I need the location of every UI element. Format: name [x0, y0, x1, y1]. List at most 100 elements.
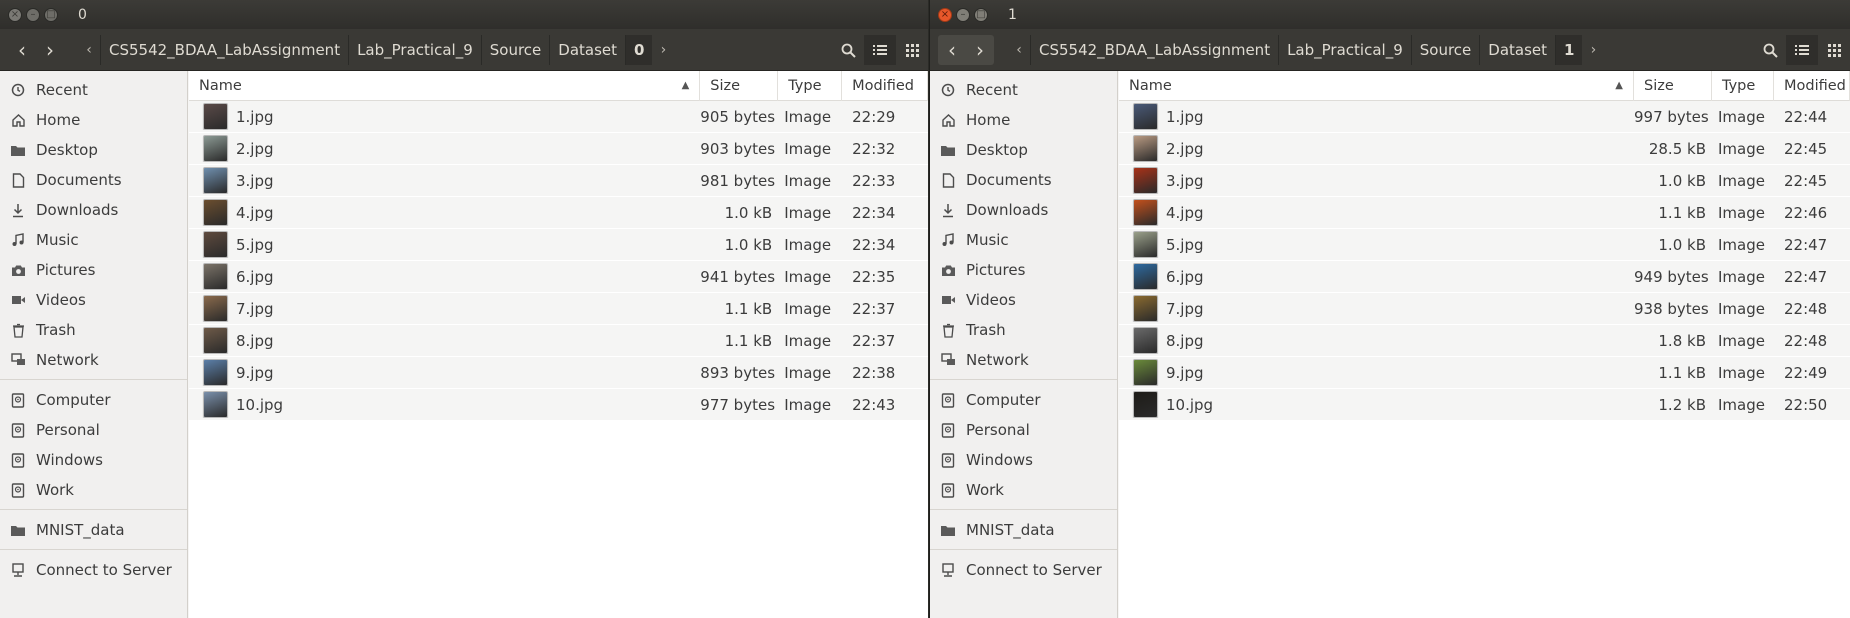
column-header-size[interactable]: Size [700, 70, 779, 101]
file-row[interactable]: 3.jpg 981 bytes Image 22:33 [189, 165, 928, 197]
list-view-icon[interactable] [1786, 35, 1818, 65]
search-icon[interactable] [1754, 35, 1786, 65]
file-modified: 22:37 [852, 331, 896, 350]
breadcrumb-segment[interactable]: Dataset [1479, 34, 1555, 65]
sidebar-item-recent[interactable]: Recent [0, 75, 187, 105]
sidebar-item-trash[interactable]: Trash [0, 315, 187, 345]
forward-arrow-icon[interactable]: › [36, 35, 64, 65]
sidebar-item-personal[interactable]: Personal [930, 415, 1117, 445]
sidebar-item-bookmark[interactable]: MNIST_data [930, 515, 1117, 545]
close-window-button[interactable]: × [938, 7, 952, 22]
file-row[interactable]: 5.jpg 1.0 kB Image 22:34 [189, 229, 928, 261]
view-tools [1754, 35, 1850, 65]
column-header-type[interactable]: Type [1712, 70, 1774, 101]
forward-arrow-icon[interactable]: › [966, 35, 994, 65]
file-row[interactable]: 9.jpg 1.1 kB Image 22:49 [1119, 357, 1850, 389]
maximize-window-button[interactable]: □ [974, 7, 988, 22]
breadcrumb-segment[interactable]: CS5542_BDAA_LabAssignment [100, 34, 348, 65]
sidebar-item-downloads[interactable]: Downloads [930, 195, 1117, 225]
file-row[interactable]: 1.jpg 997 bytes Image 22:44 [1119, 101, 1850, 133]
sidebar-item-pictures[interactable]: Pictures [0, 255, 187, 285]
breadcrumb-scroll-left-icon[interactable]: ‹ [1008, 42, 1030, 58]
image-thumbnail [1133, 359, 1158, 386]
sidebar-item-personal[interactable]: Personal [0, 415, 187, 445]
sidebar-item-computer[interactable]: Computer [930, 385, 1117, 415]
file-row[interactable]: 6.jpg 941 bytes Image 22:35 [189, 261, 928, 293]
breadcrumb-segment[interactable]: 1 [1555, 34, 1583, 65]
file-row[interactable]: 7.jpg 1.1 kB Image 22:37 [189, 293, 928, 325]
sidebar-item-trash[interactable]: Trash [930, 315, 1117, 345]
back-arrow-icon[interactable]: ‹ [938, 35, 966, 65]
close-window-button[interactable]: × [8, 7, 22, 22]
file-row[interactable]: 6.jpg 949 bytes Image 22:47 [1119, 261, 1850, 293]
sidebar-item-documents[interactable]: Documents [0, 165, 187, 195]
grid-view-icon[interactable] [896, 35, 928, 65]
sidebar-item-home[interactable]: Home [0, 105, 187, 135]
sidebar-item-windows[interactable]: Windows [930, 445, 1117, 475]
sidebar-item-home[interactable]: Home [930, 105, 1117, 135]
sidebar-item-connect-to-server[interactable]: Connect to Server [0, 555, 187, 585]
file-row[interactable]: 4.jpg 1.1 kB Image 22:46 [1119, 197, 1850, 229]
file-row[interactable]: 1.jpg 905 bytes Image 22:29 [189, 101, 928, 133]
search-icon[interactable] [832, 35, 864, 65]
breadcrumb-scroll-left-icon[interactable]: ‹ [78, 42, 100, 58]
breadcrumb-segment[interactable]: Lab_Practical_9 [1278, 34, 1411, 65]
file-row[interactable]: 4.jpg 1.0 kB Image 22:34 [189, 197, 928, 229]
sidebar-item-windows[interactable]: Windows [0, 445, 187, 475]
sidebar-item-bookmark[interactable]: MNIST_data [0, 515, 187, 545]
window-title: 1 [1008, 6, 1017, 23]
file-row[interactable]: 10.jpg 1.2 kB Image 22:50 [1119, 389, 1850, 421]
sidebar-item-connect-to-server[interactable]: Connect to Server [930, 555, 1117, 585]
breadcrumb-segment[interactable]: Source [1410, 34, 1480, 65]
clock-icon [940, 82, 956, 98]
file-row[interactable]: 5.jpg 1.0 kB Image 22:47 [1119, 229, 1850, 261]
sidebar-item-network[interactable]: Network [930, 345, 1117, 375]
sidebar-item-downloads[interactable]: Downloads [0, 195, 187, 225]
sidebar-item-documents[interactable]: Documents [930, 165, 1117, 195]
column-header-type[interactable]: Type [778, 70, 843, 101]
breadcrumb-scroll-right-icon[interactable]: › [1582, 42, 1604, 58]
column-header-name[interactable]: Name ▲ [189, 70, 701, 101]
sidebar-item-work[interactable]: Work [0, 475, 187, 505]
sidebar-item-computer[interactable]: Computer [0, 385, 187, 415]
file-list-header: Name ▲ Size Type Modified [189, 70, 928, 101]
file-size: 1.1 kB [724, 331, 773, 350]
back-arrow-icon[interactable]: ‹ [8, 35, 36, 65]
breadcrumb-segment[interactable]: CS5542_BDAA_LabAssignment [1030, 34, 1278, 65]
sidebar-item-desktop[interactable]: Desktop [930, 135, 1117, 165]
column-header-modified[interactable]: Modified [1774, 70, 1850, 101]
file-row[interactable]: 2.jpg 28.5 kB Image 22:45 [1119, 133, 1850, 165]
list-view-icon[interactable] [864, 35, 896, 65]
file-row[interactable]: 2.jpg 903 bytes Image 22:32 [189, 133, 928, 165]
minimize-window-button[interactable]: – [956, 7, 970, 22]
breadcrumb-segment[interactable]: Dataset [549, 34, 625, 65]
file-row[interactable]: 10.jpg 977 bytes Image 22:43 [189, 389, 928, 421]
breadcrumb-segment[interactable]: Source [480, 34, 550, 65]
sidebar: Recent Home Desktop Documents Downloads Music… [930, 71, 1118, 618]
column-header-modified[interactable]: Modified [842, 70, 928, 101]
sidebar-item-music[interactable]: Music [930, 225, 1117, 255]
sidebar-item-work[interactable]: Work [930, 475, 1117, 505]
file-row[interactable]: 3.jpg 1.0 kB Image 22:45 [1119, 165, 1850, 197]
sidebar-item-recent[interactable]: Recent [930, 75, 1117, 105]
sidebar-item-pictures[interactable]: Pictures [930, 255, 1117, 285]
sidebar-item-label: Work [36, 481, 74, 499]
sidebar-item-network[interactable]: Network [0, 345, 187, 375]
column-header-name[interactable]: Name ▲ [1119, 70, 1634, 101]
breadcrumb-segment[interactable]: 0 [625, 34, 653, 65]
sidebar-item-music[interactable]: Music [0, 225, 187, 255]
file-row[interactable]: 9.jpg 893 bytes Image 22:38 [189, 357, 928, 389]
column-header-size[interactable]: Size [1634, 70, 1712, 101]
grid-view-icon[interactable] [1818, 35, 1850, 65]
sidebar-item-videos[interactable]: Videos [0, 285, 187, 315]
breadcrumb-scroll-right-icon[interactable]: › [652, 42, 674, 58]
maximize-window-button[interactable]: □ [44, 7, 58, 22]
sidebar-item-videos[interactable]: Videos [930, 285, 1117, 315]
minimize-window-button[interactable]: – [26, 7, 40, 22]
file-row[interactable]: 8.jpg 1.8 kB Image 22:48 [1119, 325, 1850, 357]
sidebar-item-desktop[interactable]: Desktop [0, 135, 187, 165]
breadcrumb-segment[interactable]: Lab_Practical_9 [348, 34, 481, 65]
file-row[interactable]: 7.jpg 938 bytes Image 22:48 [1119, 293, 1850, 325]
file-row[interactable]: 8.jpg 1.1 kB Image 22:37 [189, 325, 928, 357]
file-rows: 1.jpg 997 bytes Image 22:44 2.jpg 28.5 kB Imag… [1119, 101, 1850, 421]
